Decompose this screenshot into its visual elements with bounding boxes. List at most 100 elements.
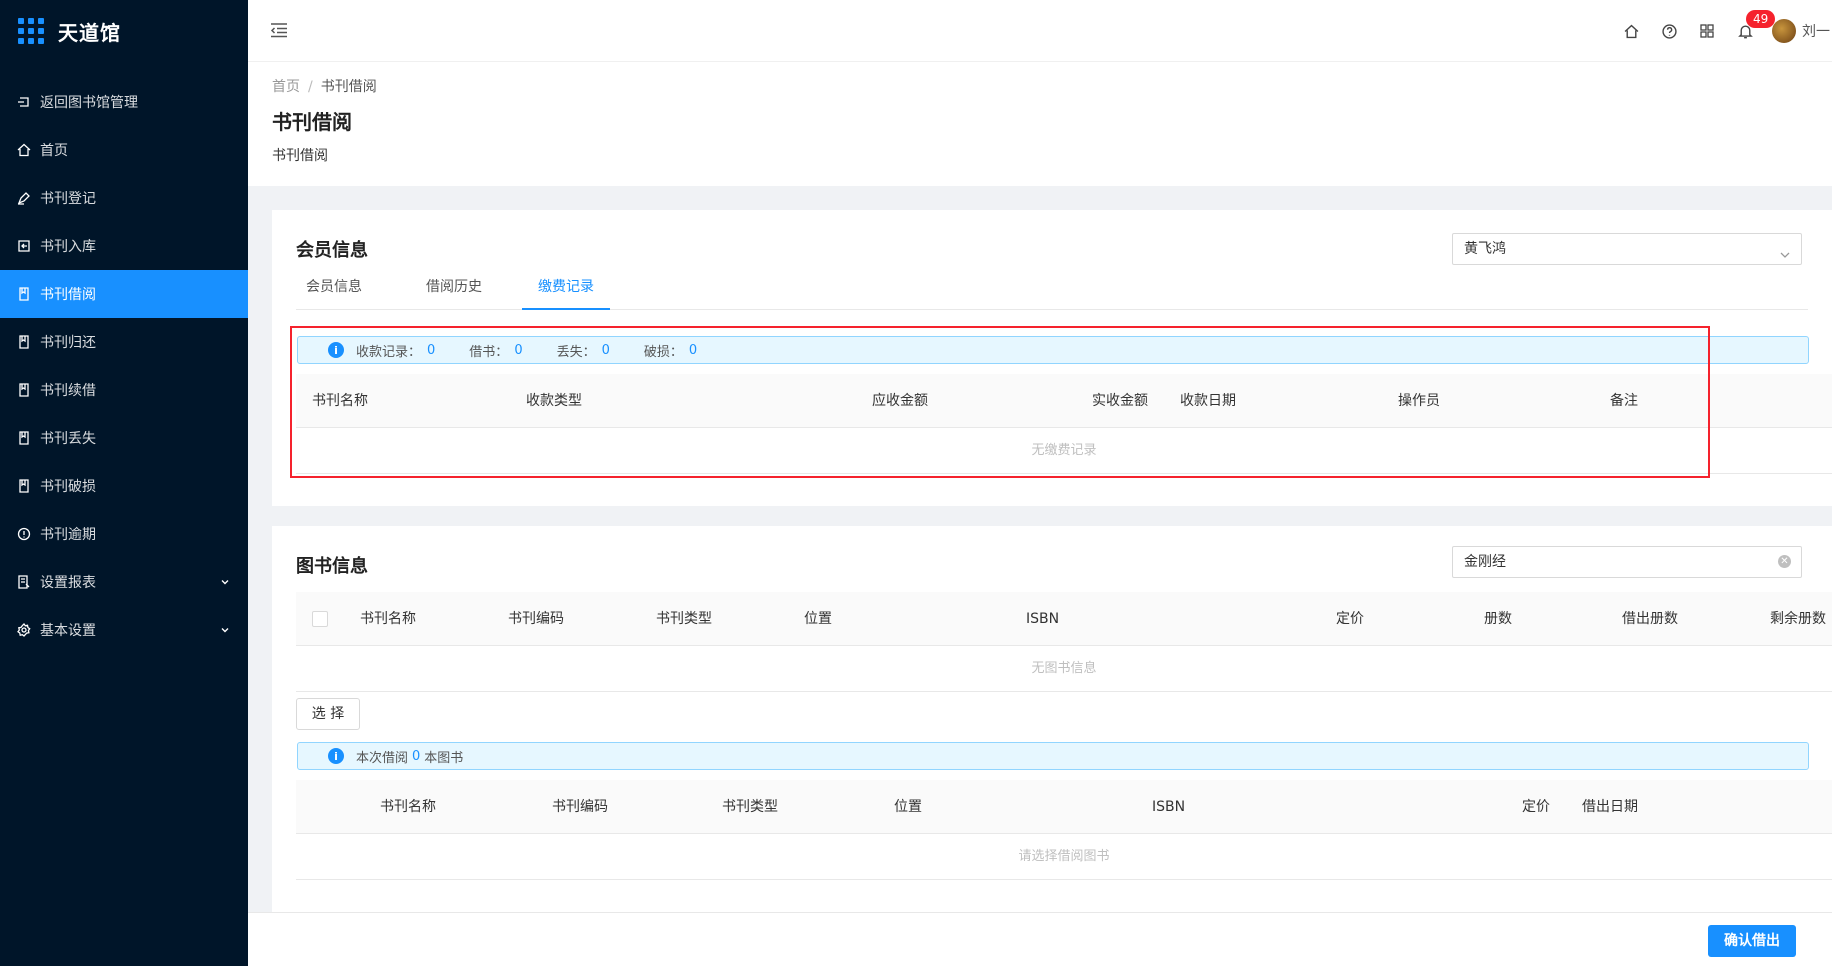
tab-borrow-history[interactable]: 借阅历史: [406, 274, 502, 310]
column-header: 收款日期: [1180, 393, 1236, 409]
sidebar-item-label: 书刊破损: [40, 479, 96, 495]
book-table-header: 书刊名称 书刊编码 书刊类型 位置 ISBN 定价 册数 借出册数 剩余册数: [296, 592, 1832, 646]
sidebar-item-label: 书刊丢失: [40, 431, 96, 447]
alert-circle-icon: [16, 526, 32, 542]
sidebar-item-stock-in[interactable]: 书刊入库: [0, 222, 248, 270]
column-header: 书刊编码: [552, 799, 608, 815]
summary-value: 0: [427, 342, 436, 358]
top-bar: 49 刘一: [248, 0, 1832, 62]
tab-payment-records[interactable]: 缴费记录: [522, 274, 610, 310]
book-icon: [16, 334, 32, 350]
book-icon: [16, 478, 32, 494]
sidebar-item-borrow[interactable]: 书刊借阅: [0, 270, 248, 318]
book-empty-row: 无图书信息: [296, 646, 1832, 692]
confirm-borrow-button[interactable]: 确认借出: [1708, 925, 1796, 957]
sidebar-item-label: 书刊归还: [40, 335, 96, 351]
sidebar-item-label: 返回图书馆管理: [40, 95, 138, 111]
user-menu[interactable]: 刘一: [1772, 19, 1832, 43]
column-header: 备注: [1610, 393, 1638, 409]
column-header: 册数: [1484, 611, 1512, 627]
borrow-suffix: 本图书: [424, 750, 464, 766]
sidebar-item-home[interactable]: 首页: [0, 126, 248, 174]
sidebar-item-label: 书刊入库: [40, 239, 96, 255]
top-bar-actions: 49 刘一: [1612, 0, 1832, 62]
summary-value: 0: [688, 342, 698, 358]
gear-icon: [16, 622, 32, 638]
member-select[interactable]: 黄飞鸿: [1452, 233, 1802, 265]
borrow-empty-row: 请选择借阅图书: [296, 834, 1832, 880]
book-search-value: 金刚经: [1464, 554, 1506, 570]
import-icon: [16, 238, 32, 254]
clear-icon[interactable]: ✕: [1778, 555, 1791, 568]
column-header: 书刊名称: [312, 393, 368, 409]
sidebar-item-reports[interactable]: 设置报表: [0, 558, 248, 606]
sidebar-item-settings[interactable]: 基本设置: [0, 606, 248, 654]
member-section-title: 会员信息: [296, 240, 368, 261]
footer-bar: 确认借出: [248, 912, 1832, 966]
info-icon: i: [328, 748, 344, 764]
notification-badge: 49: [1746, 10, 1776, 28]
column-header: 应收金额: [872, 393, 928, 409]
select-all-checkbox[interactable]: [312, 611, 328, 627]
column-header: 收款类型: [526, 393, 582, 409]
member-select-value: 黄飞鸿: [1464, 241, 1506, 257]
member-info-card: 会员信息 黄飞鸿 会员信息 借阅历史 缴费记录 i 收款记录： 0 借书： 0 丢失…: [272, 210, 1832, 506]
payment-empty-row: 无缴费记录: [296, 428, 1832, 474]
page-title: 书刊借阅: [272, 110, 352, 134]
summary-label: 收款记录：: [356, 344, 422, 360]
tab-member-info[interactable]: 会员信息: [296, 274, 372, 310]
borrow-prefix: 本次借阅: [356, 750, 409, 766]
sidebar-item-back[interactable]: 返回图书馆管理: [0, 78, 248, 126]
column-header: 实收金额: [1092, 393, 1148, 409]
help-icon[interactable]: [1650, 0, 1688, 62]
sidebar-item-register[interactable]: 书刊登记: [0, 174, 248, 222]
back-icon: [16, 94, 32, 110]
column-header: 书刊类型: [656, 611, 712, 627]
summary-label: 借书：: [469, 344, 509, 360]
chevron-down-icon: [220, 575, 230, 591]
book-section-title: 图书信息: [296, 556, 368, 577]
column-header: ISBN: [1026, 611, 1060, 627]
borrow-table-header: 书刊名称 书刊编码 书刊类型 位置 ISBN 定价 借出日期: [296, 780, 1832, 834]
sidebar-item-return[interactable]: 书刊归还: [0, 318, 248, 366]
summary-label: 丢失：: [556, 344, 596, 360]
book-icon: [16, 382, 32, 398]
book-search-input[interactable]: 金刚经 ✕: [1452, 546, 1802, 578]
menu-fold-icon[interactable]: [270, 21, 288, 43]
column-header: 借出册数: [1622, 611, 1678, 627]
breadcrumb: 首页 / 书刊借阅: [272, 76, 377, 96]
sidebar-item-renew[interactable]: 书刊续借: [0, 366, 248, 414]
sidebar-item-label: 书刊续借: [40, 383, 96, 399]
user-name: 刘一: [1802, 24, 1830, 40]
column-header: ISBN: [1152, 799, 1186, 815]
info-icon: i: [328, 342, 344, 358]
column-header: 书刊名称: [360, 611, 416, 627]
borrow-count-alert: i 本次借阅 0 本图书: [297, 742, 1809, 770]
sidebar-item-damaged[interactable]: 书刊破损: [0, 462, 248, 510]
sidebar-menu: 返回图书馆管理 首页 书刊登记 书刊入库 书刊借阅 书刊归还 书刊续借 书刊丢失…: [0, 78, 248, 654]
sidebar-item-label: 设置报表: [40, 575, 96, 591]
breadcrumb-separator: /: [308, 79, 313, 95]
app-logo[interactable]: 天道馆: [18, 14, 121, 48]
home-icon[interactable]: [1612, 0, 1650, 62]
book-icon: [16, 286, 32, 302]
apps-icon[interactable]: [1688, 0, 1726, 62]
column-header: 操作员: [1398, 393, 1440, 409]
sidebar-item-label: 书刊逾期: [40, 527, 96, 543]
sidebar-item-label: 首页: [40, 143, 68, 159]
breadcrumb-current: 书刊借阅: [320, 79, 377, 95]
sidebar-item-lost[interactable]: 书刊丢失: [0, 414, 248, 462]
avatar: [1772, 19, 1796, 43]
notification-bell[interactable]: 49: [1726, 0, 1776, 62]
sidebar-item-overdue[interactable]: 书刊逾期: [0, 510, 248, 558]
breadcrumb-home[interactable]: 首页: [272, 79, 300, 95]
sidebar-item-label: 书刊借阅: [40, 287, 96, 303]
book-info-card: 图书信息 金刚经 ✕ 书刊名称 书刊编码 书刊类型 位置 ISBN 定价 册数 …: [272, 526, 1832, 912]
column-header: 书刊编码: [508, 611, 564, 627]
report-icon: [16, 574, 32, 590]
sidebar-item-label: 基本设置: [40, 623, 96, 639]
chevron-down-icon: [1779, 242, 1791, 272]
select-button[interactable]: 选 择: [296, 698, 360, 730]
column-header: 剩余册数: [1770, 611, 1826, 627]
column-header: 书刊类型: [722, 799, 778, 815]
